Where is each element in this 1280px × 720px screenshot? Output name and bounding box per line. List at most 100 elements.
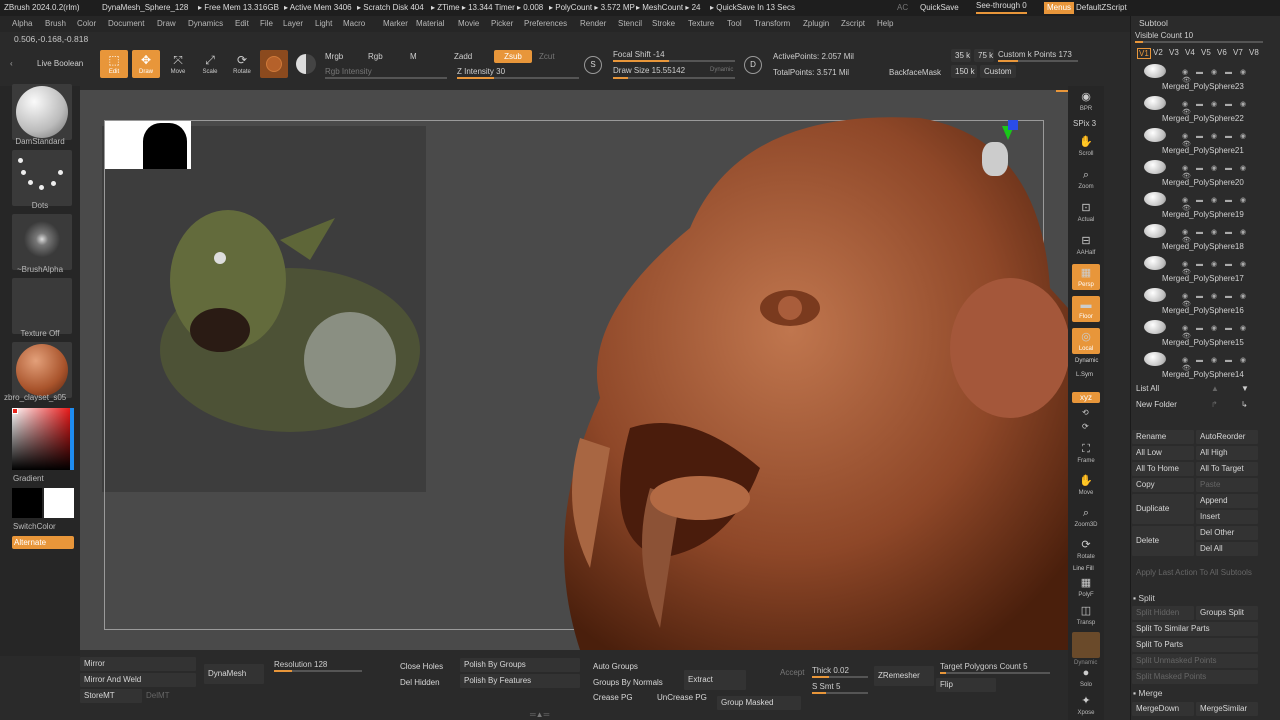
- menu-layer[interactable]: Layer: [283, 16, 303, 32]
- del-hidden-button[interactable]: Del Hidden: [396, 676, 456, 690]
- menu-brush[interactable]: Brush: [45, 16, 66, 32]
- subtool-item[interactable]: ◉ ▬ ◉ ▬ ◉ 👁 Merged_PolySphere14: [1132, 348, 1260, 380]
- flip-button[interactable]: Flip: [936, 678, 996, 692]
- local-button[interactable]: ◎ Local: [1072, 328, 1100, 354]
- subtool-header[interactable]: Subtool: [1139, 18, 1168, 28]
- list-all-button[interactable]: List All: [1132, 382, 1196, 396]
- rgb-intensity-slider[interactable]: Rgb Intensity: [325, 67, 372, 76]
- lsym-button[interactable]: L.Sym: [1076, 372, 1093, 378]
- floor-button[interactable]: ▬ Floor: [1072, 296, 1100, 322]
- live-boolean-button[interactable]: Live Boolean: [37, 59, 83, 68]
- menu-stencil[interactable]: Stencil: [618, 16, 642, 32]
- canvas-resize-marker[interactable]: [1056, 90, 1068, 92]
- actual-button[interactable]: ⊡ Actual: [1072, 199, 1100, 225]
- split-hidden-button[interactable]: Split Hidden: [1132, 606, 1194, 620]
- split-similar-parts-button[interactable]: Split To Similar Parts: [1132, 622, 1258, 636]
- transp-button[interactable]: ◫ Transp: [1072, 602, 1100, 628]
- xpose-button[interactable]: ✦ Xpose: [1072, 692, 1100, 718]
- quicksave-button[interactable]: QuickSave: [920, 0, 959, 16]
- menu-zplugin[interactable]: Zplugin: [803, 16, 829, 32]
- zoom-button[interactable]: ⌕ Zoom: [1072, 166, 1100, 192]
- draw-size-icon[interactable]: D: [744, 56, 762, 74]
- scroll-button[interactable]: ✋ Scroll: [1072, 133, 1100, 159]
- move-down-icon[interactable]: ↳: [1241, 400, 1248, 409]
- menus-button[interactable]: Menus: [1044, 2, 1075, 14]
- move-up-icon[interactable]: ↱: [1211, 400, 1218, 409]
- secondary-color-swatch[interactable]: [12, 488, 42, 518]
- menu-preferences[interactable]: Preferences: [524, 16, 567, 32]
- menu-tool[interactable]: Tool: [727, 16, 742, 32]
- close-holes-button[interactable]: Close Holes: [396, 660, 456, 674]
- storemt-button[interactable]: StoreMT: [80, 689, 142, 703]
- active-color-chip[interactable]: [12, 408, 18, 414]
- aahalf-button[interactable]: ⊟ AAHalf: [1072, 232, 1100, 258]
- version-tab-v6[interactable]: V6: [1217, 48, 1227, 57]
- z-intensity-slider[interactable]: Z Intensity 30: [457, 67, 505, 76]
- groups-split-button[interactable]: Groups Split: [1196, 606, 1258, 620]
- color-picker[interactable]: [12, 408, 74, 470]
- see-through-slider[interactable]: See-through 0: [976, 0, 1027, 14]
- menu-draw[interactable]: Draw: [157, 16, 176, 32]
- zremesher-button[interactable]: ZRemesher: [874, 666, 934, 686]
- menu-transform[interactable]: Transform: [754, 16, 790, 32]
- focal-shift-slider[interactable]: Focal Shift -14: [613, 50, 665, 59]
- group-masked-button[interactable]: Group Masked: [717, 696, 801, 710]
- version-tab-v8[interactable]: V8: [1249, 48, 1259, 57]
- custom-button[interactable]: Custom: [980, 65, 1016, 78]
- split-header[interactable]: ▪ Split: [1133, 593, 1155, 603]
- menu-material[interactable]: Material: [416, 16, 444, 32]
- menu-stroke[interactable]: Stroke: [652, 16, 675, 32]
- draw-button[interactable]: ✥ Draw: [132, 50, 160, 78]
- del-all-button[interactable]: Del All: [1196, 542, 1258, 556]
- arrow-down-icon[interactable]: ▼: [1241, 384, 1249, 393]
- subtool-item[interactable]: ◉ ▬ ◉ ▬ ◉ 👁 Merged_PolySphere15: [1132, 316, 1260, 348]
- delete-button[interactable]: Delete: [1132, 526, 1194, 556]
- subtool-item[interactable]: ◉ ▬ ◉ ▬ ◉ 👁 Merged_PolySphere23: [1132, 60, 1260, 92]
- menu-help[interactable]: Help: [877, 16, 893, 32]
- all-high-button[interactable]: All High: [1196, 446, 1258, 460]
- material-slot[interactable]: [12, 342, 72, 398]
- solo-button[interactable]: ● Solo: [1072, 664, 1100, 690]
- paste-button[interactable]: Paste: [1196, 478, 1258, 492]
- version-tab-v1[interactable]: V1: [1137, 48, 1151, 59]
- auto-groups-button[interactable]: Auto Groups: [589, 660, 677, 674]
- dynamic-button[interactable]: Dynamic: [710, 67, 733, 73]
- defaultzscript-button[interactable]: DefaultZScript: [1076, 0, 1127, 16]
- move-button[interactable]: ⤧ Move: [164, 50, 192, 78]
- subtool-item[interactable]: ◉ ▬ ◉ ▬ ◉ 👁 Merged_PolySphere18: [1132, 220, 1260, 252]
- split-masked-button[interactable]: Split Masked Points: [1132, 670, 1258, 684]
- copy-button[interactable]: Copy: [1132, 478, 1194, 492]
- texture-slot[interactable]: [12, 278, 72, 334]
- rename-button[interactable]: Rename: [1132, 430, 1194, 444]
- append-button[interactable]: Append: [1196, 494, 1258, 508]
- menu-movie[interactable]: Movie: [458, 16, 479, 32]
- arrow-up-icon[interactable]: ▲: [1211, 384, 1219, 393]
- extract-button[interactable]: Extract: [684, 670, 746, 690]
- menu-marker[interactable]: Marker: [383, 16, 408, 32]
- main-color-swatch[interactable]: [44, 488, 74, 518]
- target-polygons-slider[interactable]: Target Polygons Count 5: [940, 662, 1028, 671]
- zsub-button[interactable]: Zsub: [494, 50, 532, 63]
- menu-render[interactable]: Render: [580, 16, 606, 32]
- material-swatch-button[interactable]: [260, 50, 288, 78]
- groups-by-normals-button[interactable]: Groups By Normals: [589, 676, 677, 690]
- version-tab-v4[interactable]: V4: [1185, 48, 1195, 57]
- subtool-item[interactable]: ◉ ▬ ◉ ▬ ◉ 👁 Merged_PolySphere21: [1132, 124, 1260, 156]
- menu-file[interactable]: File: [260, 16, 273, 32]
- 35k-button[interactable]: 35 k: [951, 49, 971, 62]
- menu-light[interactable]: Light: [315, 16, 332, 32]
- all-low-button[interactable]: All Low: [1132, 446, 1194, 460]
- all-to-target-button[interactable]: All To Target: [1196, 462, 1258, 476]
- subtool-item[interactable]: ◉ ▬ ◉ ▬ ◉ 👁 Merged_PolySphere19: [1132, 188, 1260, 220]
- delmt-button[interactable]: DelMT: [142, 689, 196, 703]
- 75k-button[interactable]: 75 k: [974, 49, 994, 62]
- uncrease-pg-button[interactable]: UnCrease PG: [653, 691, 713, 705]
- polish-by-features-button[interactable]: Polish By Features: [460, 674, 580, 688]
- menu-dynamics[interactable]: Dynamics: [188, 16, 223, 32]
- menu-color[interactable]: Color: [77, 16, 96, 32]
- resolution-slider[interactable]: Resolution 128: [274, 660, 327, 669]
- move-view-button[interactable]: ✋ Move: [1072, 472, 1100, 498]
- crease-pg-button[interactable]: Crease PG: [589, 691, 649, 705]
- insert-button[interactable]: Insert: [1196, 510, 1258, 524]
- menu-edit[interactable]: Edit: [235, 16, 249, 32]
